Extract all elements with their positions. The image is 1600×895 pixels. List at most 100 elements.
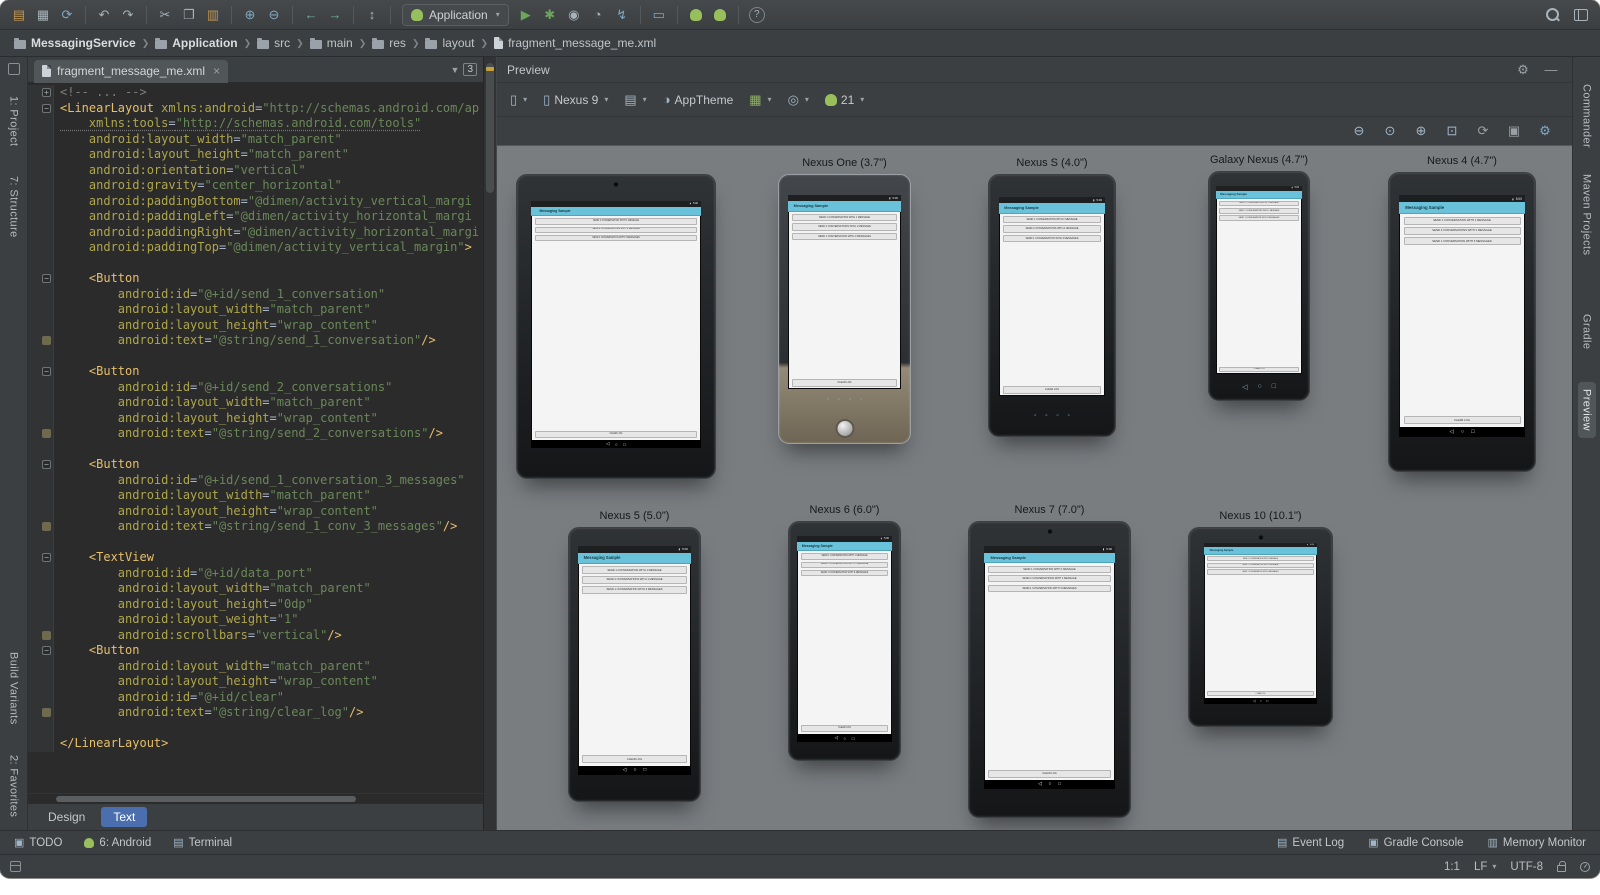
close-icon[interactable]: ×	[213, 64, 220, 78]
line-separator[interactable]: LF ▾	[1474, 861, 1496, 873]
line-separator-value: LF	[1473, 860, 1488, 873]
encoding[interactable]: UTF-8	[1510, 861, 1543, 873]
breadcrumb-item-src[interactable]: src	[253, 34, 294, 52]
zoom-fit-icon[interactable]: ⊡	[1441, 120, 1463, 142]
tab-design[interactable]: Design	[36, 807, 97, 827]
zoom-in-icon[interactable]: ⊕	[239, 4, 261, 26]
preview-settings-icon[interactable]: ⚙	[1512, 59, 1534, 81]
back-icon[interactable]: ←	[300, 4, 322, 26]
fold-icon[interactable]: −	[42, 274, 51, 284]
redo-icon[interactable]: ↷	[117, 4, 139, 26]
breadcrumb-item-layout[interactable]: layout	[421, 34, 478, 52]
save-icon[interactable]: ▦	[32, 4, 54, 26]
monitor-icon[interactable]: ▭	[648, 4, 670, 26]
code-editor[interactable]: + <!-- ... --> − <LinearLayout xmlns:androi…	[28, 83, 483, 793]
event-log-tab[interactable]: ▤ Event Log	[1277, 836, 1344, 850]
gradle-console-tab[interactable]: ▣ Gradle Console	[1368, 836, 1463, 850]
lock-icon[interactable]	[1557, 861, 1566, 872]
avd-manager-icon[interactable]	[709, 4, 731, 26]
toolwindow-icon[interactable]	[7, 63, 20, 75]
forward-icon[interactable]: →	[324, 4, 346, 26]
attach-debugger-icon[interactable]: ↯	[611, 4, 633, 26]
hide-icon[interactable]: —	[1540, 59, 1562, 81]
profiler-icon[interactable]: ◔	[587, 4, 609, 26]
device-content	[1216, 222, 1302, 366]
vertical-scrollbar[interactable]	[486, 63, 494, 193]
open-icon[interactable]: ▤	[8, 4, 30, 26]
sync-icon[interactable]: ⟳	[56, 4, 78, 26]
horizontal-scrollbar[interactable]	[28, 793, 483, 803]
cut-icon[interactable]: ✂	[154, 4, 176, 26]
breadcrumb-item-main[interactable]: main	[306, 34, 357, 52]
caret-position[interactable]: 1:1	[1444, 861, 1460, 873]
breadcrumb-item-application[interactable]: Application	[151, 34, 241, 52]
paste-icon[interactable]: ▥	[202, 4, 224, 26]
tool-button-maven-projects[interactable]: Maven Projects	[1578, 167, 1596, 262]
zoom-in-icon[interactable]: ⊕	[1410, 120, 1432, 142]
unfold-icon[interactable]: +	[42, 88, 51, 98]
tab-text[interactable]: Text	[101, 807, 148, 827]
tool-button-1-project[interactable]: 1: Project	[5, 89, 23, 153]
theme-selector[interactable]: ◑ AppTheme	[660, 89, 737, 111]
activity-selector[interactable]: ▦ ▾	[746, 89, 774, 111]
breadcrumb-item-res[interactable]: res	[368, 34, 410, 52]
device-nexus-10: ▮ 5:00 Messaging Sample SEND 1 CONVERSATION…	[1188, 527, 1333, 727]
locale-selector[interactable]: ◎ ▾	[785, 89, 812, 111]
editor-tab[interactable]: fragment_message_me.xml ×	[34, 59, 229, 83]
panels-icon[interactable]	[1574, 8, 1588, 21]
zoom-actual-icon[interactable]: ⊙	[1379, 120, 1401, 142]
gutter-cell: −	[28, 271, 54, 287]
code-line: android:id="@+id/send_1_conversation_3_m…	[28, 472, 483, 488]
breadcrumb-item-messagingservice[interactable]: MessagingService	[10, 34, 140, 52]
background-tasks-icon[interactable]	[1580, 861, 1590, 872]
tool-button-7-structure[interactable]: 7: Structure	[5, 169, 23, 245]
hide-tabs-icon[interactable]: ▼	[451, 65, 460, 75]
config-selector[interactable]: ▤ ▾	[621, 89, 649, 111]
zoom-out-icon[interactable]: ⊖	[263, 4, 285, 26]
device-buttons: SEND 1 CONVERSATION WITH 1 MESSAGE SEND 2…	[797, 551, 892, 578]
tool-button-build-variants[interactable]: Build Variants	[5, 645, 23, 732]
app-button: SEND 1 CONVERSATION WITH 1 MESSAGE	[1219, 200, 1299, 207]
terminal-tab[interactable]: ▤ Terminal	[173, 836, 232, 850]
back-soft-key: ◁	[834, 735, 838, 741]
debug-icon[interactable]: ✱	[539, 4, 561, 26]
zoom-out-icon[interactable]: ⊖	[1348, 120, 1370, 142]
screenshot-icon[interactable]: ▣	[1503, 120, 1525, 142]
todo-tab[interactable]: ▣ TODO	[14, 836, 62, 850]
fold-icon[interactable]: −	[42, 367, 51, 377]
copy-icon[interactable]: ❐	[178, 4, 200, 26]
tool-button-gradle[interactable]: Gradle	[1578, 307, 1596, 356]
compile-icon[interactable]: ↕	[361, 4, 383, 26]
coverage-icon[interactable]: ◉	[563, 4, 585, 26]
tool-button-preview[interactable]: Preview	[1577, 381, 1596, 438]
run-icon[interactable]: ▶	[515, 4, 537, 26]
search-icon[interactable]	[1546, 7, 1560, 22]
android-tab[interactable]: 6: Android	[84, 837, 151, 849]
api-selector[interactable]: 21 ▾	[822, 89, 867, 111]
refresh-icon[interactable]: ⟳	[1472, 120, 1494, 142]
battery-icon: ▮	[1291, 187, 1293, 190]
fold-icon[interactable]: −	[42, 646, 51, 656]
memory-monitor-tab[interactable]: ▥ Memory Monitor	[1488, 836, 1586, 850]
device-status-bar: ▮ 5:00	[578, 546, 691, 553]
code-line: android:id="@+id/send_2_conversations"	[28, 379, 483, 395]
render-settings-icon[interactable]: ⚙	[1534, 120, 1556, 142]
scrollbar-thumb[interactable]	[56, 796, 356, 802]
orientation-selector[interactable]: ▯ ▾	[507, 89, 530, 111]
run-config-selector[interactable]: Application ▾	[402, 3, 509, 26]
breadcrumb-item-fragment-message-me-xml[interactable]: fragment_message_me.xml	[490, 34, 660, 52]
editor-count[interactable]: 3	[463, 63, 477, 76]
fold-icon[interactable]: −	[42, 553, 51, 563]
device-selector[interactable]: ▯ Nexus 9 ▾	[540, 89, 611, 111]
undo-icon[interactable]: ↶	[93, 4, 115, 26]
fold-icon[interactable]: −	[42, 460, 51, 470]
splitter[interactable]	[483, 57, 497, 830]
tool-button-commander[interactable]: Commander	[1578, 77, 1596, 155]
device-nexus-6: ▮ 5:00 Messaging Sample SEND 1 CONVERSATION…	[788, 521, 901, 761]
toolwindow-toggle-icon[interactable]	[10, 861, 21, 872]
sdk-manager-icon[interactable]	[685, 4, 707, 26]
tool-button-2-favorites[interactable]: 2: Favorites	[5, 748, 23, 824]
help-icon[interactable]: ?	[748, 6, 765, 23]
fold-icon[interactable]: −	[42, 103, 51, 113]
